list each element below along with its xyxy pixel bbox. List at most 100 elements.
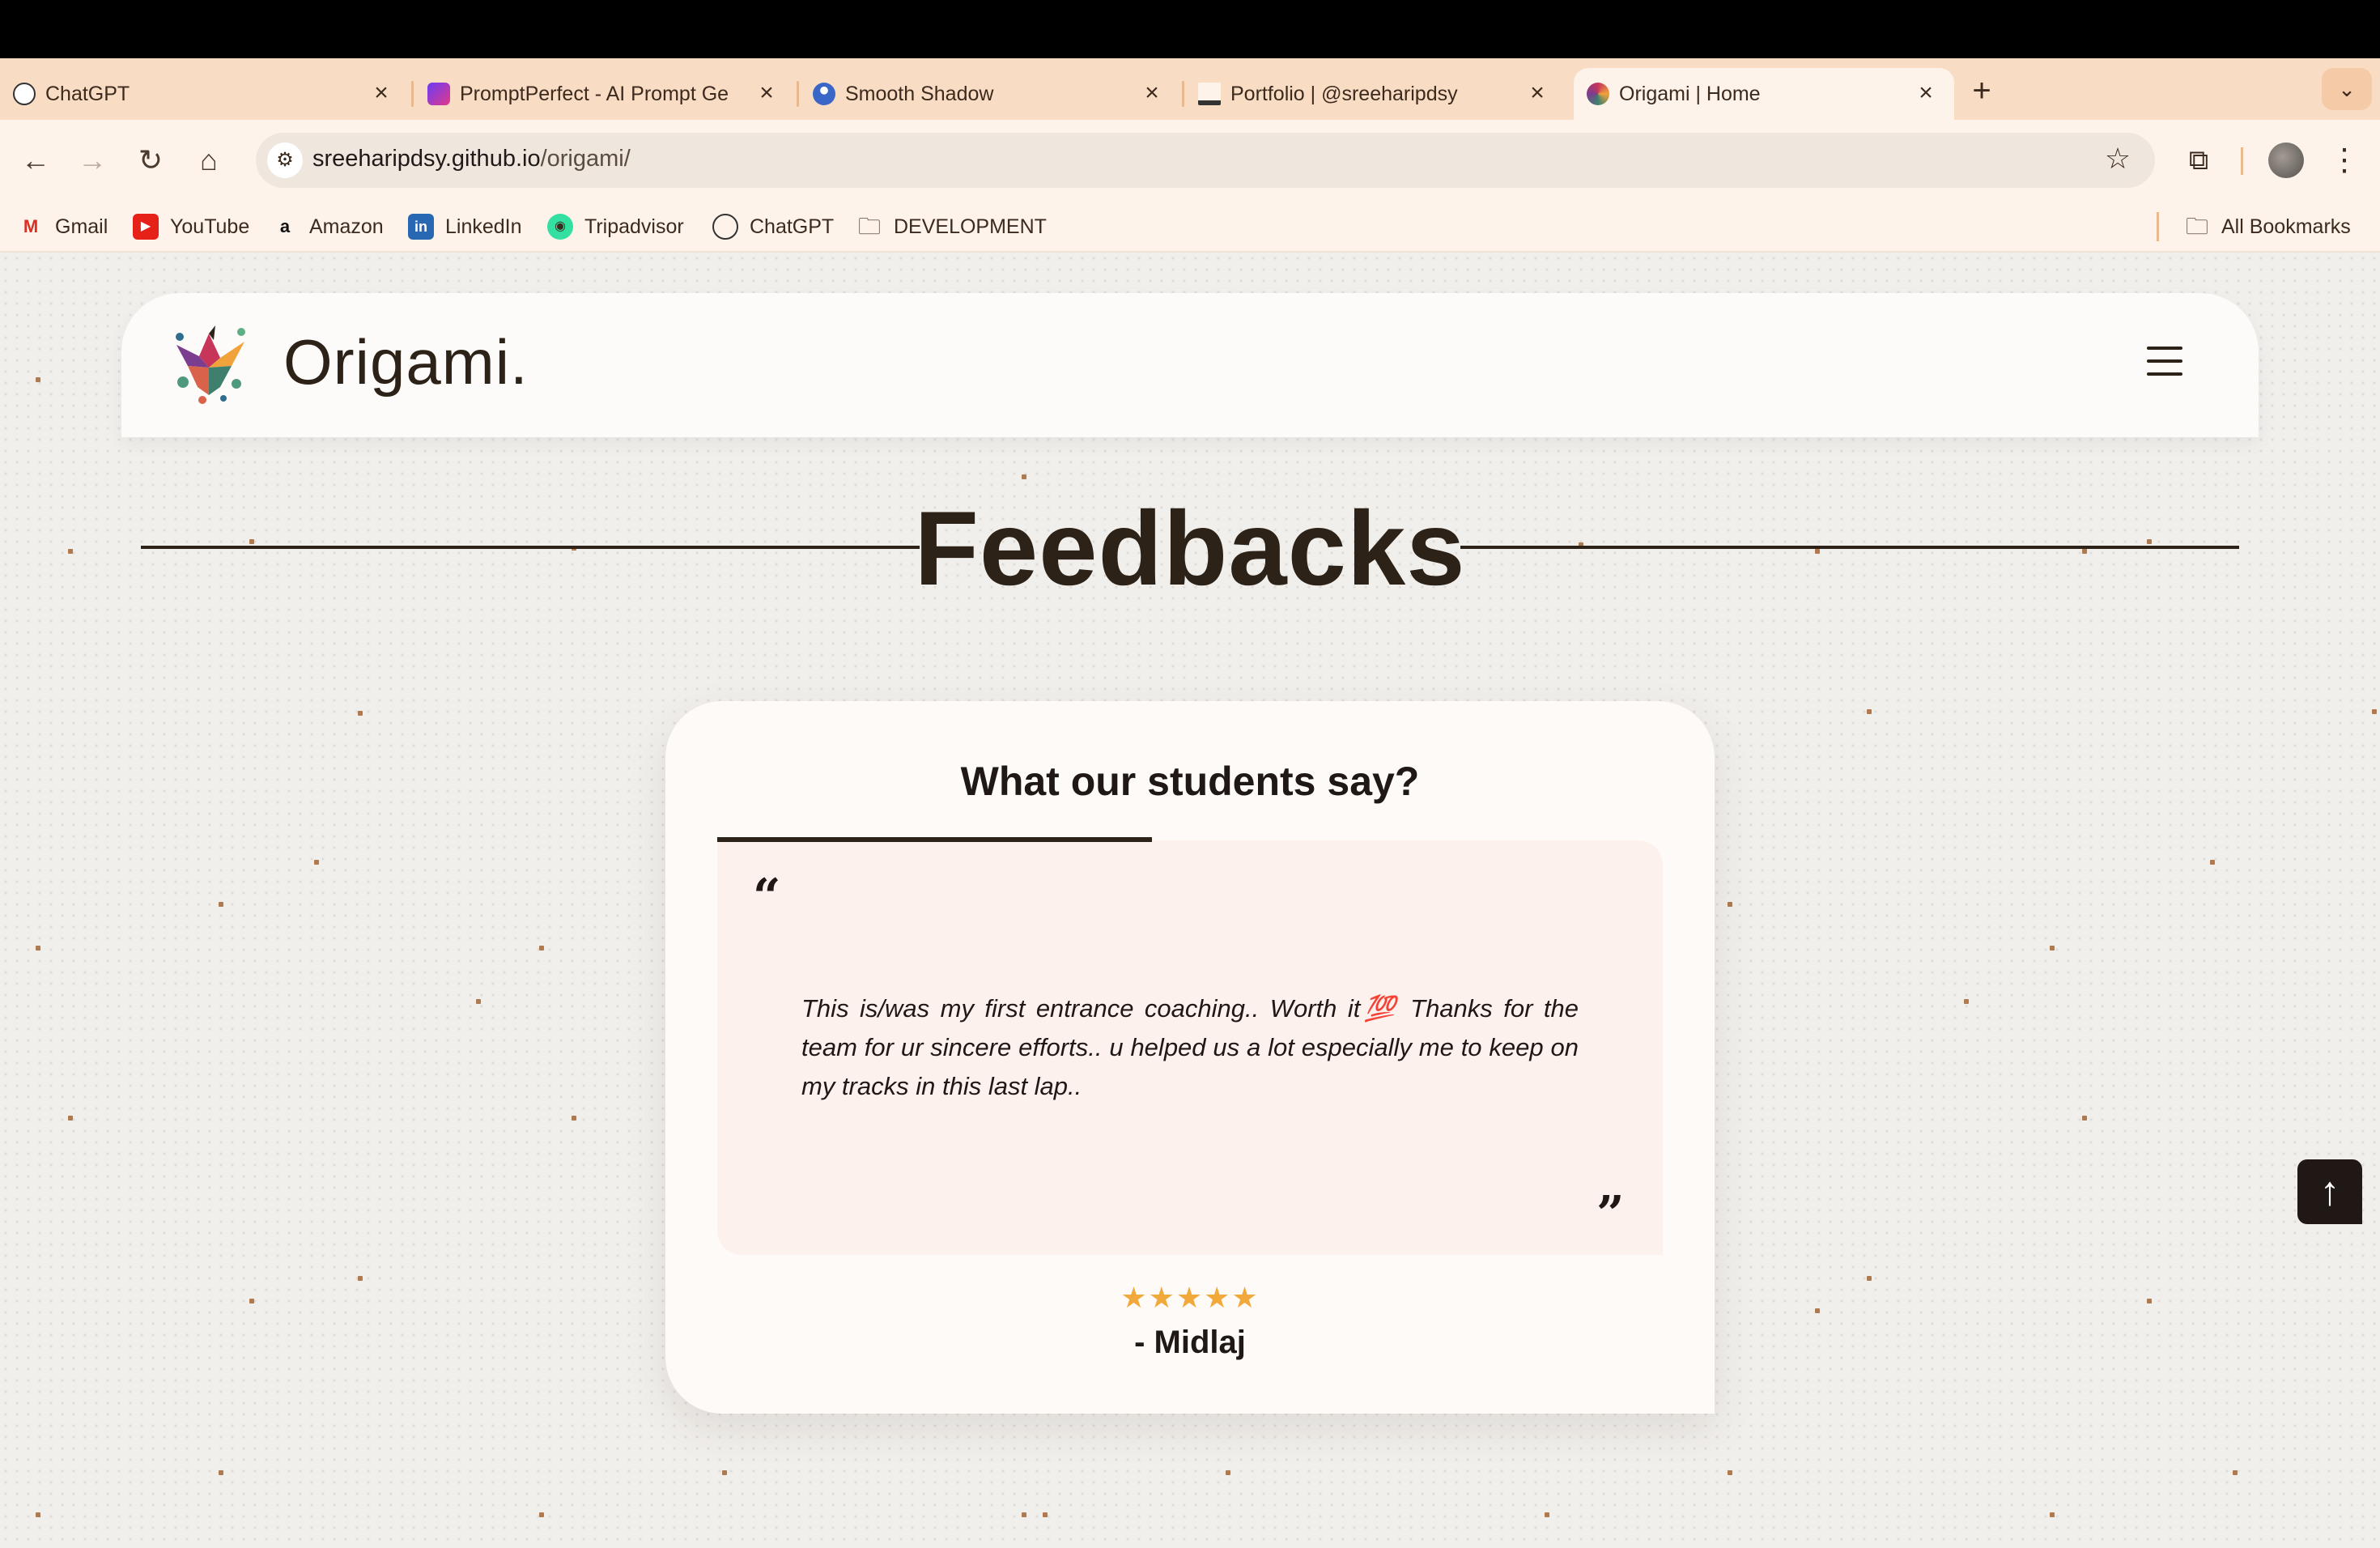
bookmark-chatgpt[interactable]: ChatGPT [712,209,834,245]
bookmark-label: ChatGPT [750,215,835,238]
browser-menu-icon[interactable]: ⋮ [2327,141,2362,180]
tab-title: Smooth Shadow [845,82,994,105]
slider-progress-fill [717,837,1152,842]
decor-dot [1728,902,1732,907]
bookmark-label: Tripadvisor [584,215,684,238]
quote-box: “ This is/was my first entrance coaching… [717,840,1663,1255]
promptperfect-icon [427,83,450,105]
brand-name[interactable]: Origami. [283,325,529,399]
tab-title: Origami | Home [1619,82,1761,105]
close-icon[interactable]: × [1912,79,1940,107]
bookmark-linkedin[interactable]: in LinkedIn [408,209,522,245]
tab-chatgpt[interactable]: ChatGPT × [0,68,410,120]
tab-title: Portfolio | @sreeharipdsy [1230,82,1458,105]
bookmark-youtube[interactable]: ▶ YouTube [133,209,249,245]
site-header: Origami. [121,293,2259,437]
folder-icon: 🗀 [2185,214,2208,239]
hamburger-line [2147,372,2182,376]
decor-dot [219,1470,223,1475]
chatgpt-icon [712,214,738,240]
testimonial-text: This is/was my first entrance coaching..… [801,994,1579,1100]
decor-dot [1867,709,1872,714]
origami-bird-logo-icon[interactable] [164,317,254,408]
tab-separator [411,81,414,107]
bookmark-star-icon[interactable]: ☆ [2100,141,2136,176]
star-rating: ★★★★★ [1120,1281,1260,1314]
folder-icon: 🗀 [857,214,881,239]
tab-smooth-shadow[interactable]: Smooth Shadow × [800,68,1180,120]
decor-dot [2210,860,2215,865]
close-icon[interactable]: × [1138,79,1166,107]
new-tab-button[interactable]: + [1962,73,2001,112]
decor-dot [539,1512,544,1517]
bookmarks-bar: M Gmail ▶ YouTube a Amazon in LinkedIn ◉… [0,201,2380,253]
section-title: Feedbacks [914,489,1466,607]
close-icon[interactable]: × [368,79,395,107]
bookmark-label: Gmail [55,215,108,238]
bookmark-label: LinkedIn [445,215,522,238]
bookmark-development-folder[interactable]: 🗀 DEVELOPMENT [856,209,1047,245]
profile-avatar[interactable] [2268,142,2304,178]
bookmark-amazon[interactable]: a Amazon [272,209,384,245]
tab-separator [797,81,799,107]
hamburger-line [2147,347,2182,350]
url-text[interactable]: sreeharipdsy.github.io/origami/ [312,146,631,172]
tab-portfolio[interactable]: Portfolio | @sreeharipdsy × [1185,68,1566,120]
site-settings-icon[interactable]: ⚙ [267,142,303,178]
decor-dot [2050,1512,2055,1517]
tab-origami-home[interactable]: Origami | Home × [1574,68,1954,120]
decor-dot [2233,1470,2238,1475]
url-path: /origami/ [540,146,631,172]
bookmark-label: YouTube [170,215,250,238]
amazon-icon: a [279,216,291,236]
extensions-icon[interactable]: ⧉ [2179,141,2218,180]
os-top-bar [0,0,2380,58]
close-icon[interactable]: × [1524,79,1551,107]
decor-dot [314,860,319,865]
bookmark-tripadvisor[interactable]: ◉ Tripadvisor [547,209,684,245]
close-icon[interactable]: × [753,79,780,107]
youtube-icon: ▶ [133,214,159,240]
decor-dot [722,1470,727,1475]
back-button[interactable]: ← [15,139,57,181]
portfolio-icon [1198,83,1221,105]
tab-title: ChatGPT [45,82,130,105]
linkedin-icon: in [408,214,434,240]
testimonial-card: What our students say? “ This is/was my … [665,701,1715,1414]
decor-dot [1867,1276,1872,1281]
decor-dot [539,946,544,950]
tab-separator [1182,81,1184,107]
all-bookmarks-label: All Bookmarks [2221,215,2351,238]
tripadvisor-icon: ◉ [547,214,573,240]
bookmark-gmail[interactable]: M Gmail [18,209,108,245]
smooth-shadow-icon [813,83,835,105]
bookmark-label: Amazon [309,215,384,238]
close-quote-icon: ” [1596,1186,1625,1243]
tab-search-button[interactable]: ⌄ [2322,68,2372,110]
bookmark-label: DEVELOPMENT [894,215,1047,238]
decor-dot [1815,1308,1820,1313]
toolbar-divider [2241,147,2243,175]
decor-dot [2147,1299,2152,1303]
decor-dot [1226,1470,1230,1475]
tab-promptperfect[interactable]: PromptPerfect - AI Prompt Ge × [414,68,795,120]
decor-dot [1022,1512,1026,1517]
back-to-top-button[interactable]: ↑ [2297,1159,2362,1224]
hamburger-menu-icon[interactable] [2147,347,2182,376]
forward-button[interactable]: → [71,139,113,181]
decor-dot [68,1116,73,1121]
testimonial-heading: What our students say? [960,759,1420,804]
origami-bird-icon [1587,83,1609,105]
decor-dot [1043,1512,1048,1517]
reload-button[interactable]: ↻ [130,139,172,181]
decor-dot [36,1512,40,1517]
decor-dot [36,377,40,382]
home-button[interactable]: ⌂ [188,139,230,181]
decor-dot [476,999,481,1004]
all-bookmarks-folder[interactable]: 🗀 All Bookmarks [2184,209,2351,245]
decor-dot [2082,1116,2087,1121]
decor-dot [249,1299,254,1303]
decor-dot [572,1116,576,1121]
decor-dot [2050,946,2055,950]
bookmarks-divider [2157,212,2159,241]
